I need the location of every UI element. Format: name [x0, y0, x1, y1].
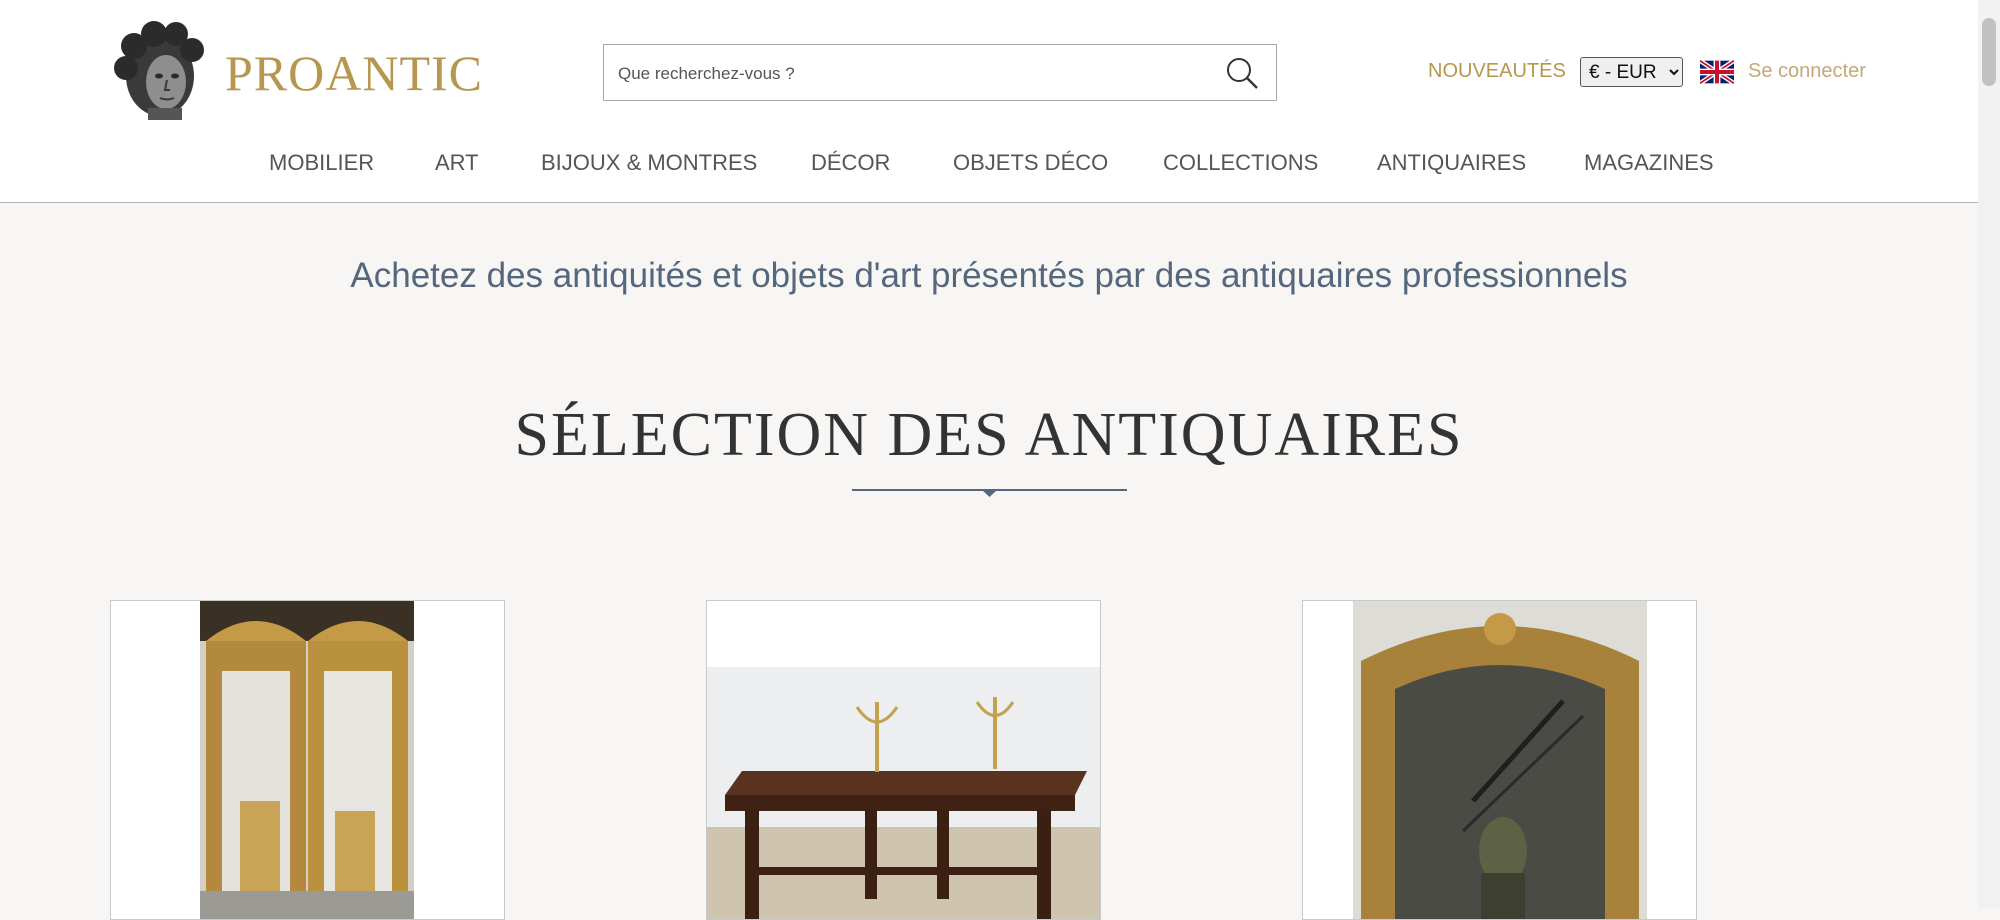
- scrollbar[interactable]: [1978, 0, 2000, 908]
- uk-flag-icon[interactable]: [1700, 60, 1734, 84]
- product-image-3[interactable]: [1353, 601, 1647, 920]
- nouveautes-link[interactable]: NOUVEAUTÉS: [1428, 60, 1566, 83]
- product-image-2[interactable]: [707, 667, 1101, 920]
- main-nav: MOBILIER ART BIJOUX & MONTRES DÉCOR OBJE…: [0, 150, 1978, 180]
- logo-head-icon[interactable]: [110, 20, 210, 122]
- search-input[interactable]: [616, 45, 1210, 102]
- currency-select[interactable]: € - EUR: [1580, 57, 1683, 87]
- section-title: SÉLECTION DES ANTIQUAIRES: [514, 401, 1464, 469]
- product-card-3[interactable]: [1302, 600, 1697, 920]
- nav-item-magazines[interactable]: MAGAZINES: [1584, 150, 1714, 176]
- scrollbar-thumb[interactable]: [1982, 18, 1996, 86]
- product-card-2[interactable]: [706, 600, 1101, 920]
- nav-item-mobilier[interactable]: MOBILIER: [269, 150, 374, 176]
- title-divider: [852, 489, 1127, 497]
- nav-item-decor[interactable]: DÉCOR: [811, 150, 890, 176]
- login-link[interactable]: Se connecter: [1748, 60, 1866, 83]
- nav-item-antiquaires[interactable]: ANTIQUAIRES: [1377, 150, 1526, 176]
- product-card-1[interactable]: [110, 600, 505, 920]
- brand-name[interactable]: PROANTIC: [225, 44, 483, 102]
- site-header: PROANTIC NOUVEAUTÉS € - EUR Se connecter…: [0, 0, 1978, 203]
- product-image-1[interactable]: [200, 601, 414, 920]
- nav-item-objets-deco[interactable]: OBJETS DÉCO: [953, 150, 1108, 176]
- search-icon[interactable]: [1224, 55, 1260, 91]
- nav-item-bijoux-montres[interactable]: BIJOUX & MONTRES: [541, 150, 757, 176]
- tagline: Achetez des antiquités et objets d'art p…: [350, 256, 1628, 295]
- nav-item-collections[interactable]: COLLECTIONS: [1163, 150, 1318, 176]
- nav-item-art[interactable]: ART: [435, 150, 479, 176]
- search-box: [603, 44, 1277, 102]
